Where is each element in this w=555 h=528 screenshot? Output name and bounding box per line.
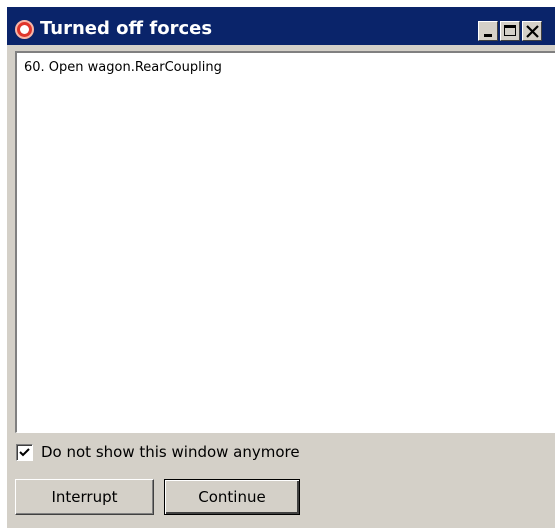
app-icon <box>15 20 34 39</box>
dialog-window: Turned off forces 60. Open wagon.RearCou… <box>7 7 555 528</box>
hide-window-checkbox[interactable] <box>16 444 33 461</box>
minimize-button[interactable] <box>478 21 498 41</box>
close-icon <box>526 25 539 38</box>
interrupt-button[interactable]: Interrupt <box>15 479 154 515</box>
checkmark-icon <box>19 448 30 457</box>
close-button[interactable] <box>522 21 542 41</box>
hide-window-label[interactable]: Do not show this window anymore <box>41 442 300 462</box>
maximize-button[interactable] <box>500 21 520 41</box>
list-item: 60. Open wagon.RearCoupling <box>24 60 222 75</box>
messages-list[interactable]: 60. Open wagon.RearCoupling <box>15 51 555 433</box>
window-title: Turned off forces <box>40 18 213 39</box>
title-bar[interactable]: Turned off forces <box>7 7 555 45</box>
continue-button[interactable]: Continue <box>164 479 300 515</box>
